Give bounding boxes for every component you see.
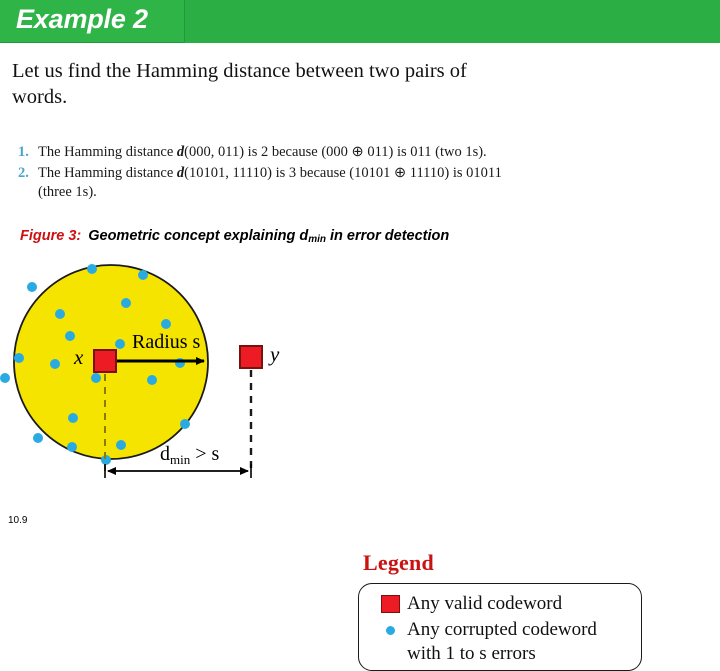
figure-caption-text-after: in error detection xyxy=(325,228,450,244)
intro-line-1: Let us find the Hamming distance between… xyxy=(12,60,467,82)
legend-item: Any corrupted codeword with 1 to s error… xyxy=(373,618,597,666)
list-item: 1. The Hamming distance d(000, 011) is 2… xyxy=(18,143,690,162)
page-number: 10.9 xyxy=(8,515,28,526)
legend-item: Any valid codeword xyxy=(373,592,562,616)
figure-diagram: x y Radius s dmin > s Legend Any valid c… xyxy=(0,258,720,671)
list-item-text-post: (10101, 11110) is 3 because (10101 ⊕ 111… xyxy=(184,165,502,181)
corrupted-codeword-dot xyxy=(116,440,126,450)
label-y: y xyxy=(270,342,280,366)
figure-caption-label: Figure 3: xyxy=(20,228,82,244)
legend-dot-swatch xyxy=(373,618,407,642)
legend-item-line-1: Any corrupted codeword xyxy=(407,619,597,640)
corrupted-codeword-dot xyxy=(14,353,24,363)
legend-box: Any valid codeword Any corrupted codewor… xyxy=(358,583,642,671)
label-x: x xyxy=(74,345,84,369)
example-list: 1. The Hamming distance d(000, 011) is 2… xyxy=(18,143,690,204)
corrupted-codeword-dot xyxy=(50,359,60,369)
corrupted-codeword-dot xyxy=(161,319,171,329)
figure-caption-text-before: Geometric concept explaining d xyxy=(88,228,309,244)
page-title: Example 2 xyxy=(16,4,148,34)
list-item: 2. The Hamming distance d(10101, 11110) … xyxy=(18,164,690,202)
list-item-text-post: (000, 011) is 2 because (000 ⊕ 011) is 0… xyxy=(184,144,487,160)
list-item-text-continuation: (three 1s). xyxy=(38,184,97,200)
label-dmin: dmin > s xyxy=(160,443,219,468)
corrupted-codeword-dot xyxy=(27,282,37,292)
header-banner: Example 2 xyxy=(0,0,720,43)
list-item-number: 1. xyxy=(18,144,29,160)
list-item-text-pre: The Hamming distance xyxy=(38,165,177,181)
corrupted-codeword-dot xyxy=(68,413,78,423)
legend-item-line-1: Any valid codeword xyxy=(407,593,563,614)
label-radius: Radius s xyxy=(132,331,201,353)
corrupted-codeword-dot xyxy=(65,331,75,341)
label-dmin-subscript: min xyxy=(170,452,191,467)
corrupted-codeword-dot xyxy=(147,375,157,385)
corrupted-codeword-dot xyxy=(121,298,131,308)
label-dmin-tail: > s xyxy=(190,443,220,465)
corrupted-codeword-dot xyxy=(180,419,190,429)
legend-item-text: Any corrupted codeword with 1 to s error… xyxy=(407,618,597,666)
legend-item-text: Any valid codeword xyxy=(407,592,562,616)
diagram-canvas xyxy=(0,264,263,478)
list-item-text-pre: The Hamming distance xyxy=(38,144,177,160)
corrupted-codeword-dot xyxy=(87,264,97,274)
valid-codeword-square-x xyxy=(93,349,117,373)
corrupted-codeword-icon xyxy=(385,625,395,635)
corrupted-codeword-dot xyxy=(91,373,101,383)
corrupted-codeword-dot xyxy=(67,442,77,452)
corrupted-codeword-dot xyxy=(0,373,10,383)
valid-codeword-square-y xyxy=(239,345,263,369)
intro-paragraph: Let us find the Hamming distance between… xyxy=(12,58,710,110)
legend-square-swatch xyxy=(373,592,407,616)
corrupted-codeword-dot xyxy=(115,339,125,349)
label-dmin-main: d xyxy=(160,443,170,465)
legend-item-line-2: with 1 to s errors xyxy=(407,643,536,664)
figure-caption-text: Geometric concept explaining dmin in err… xyxy=(88,228,450,245)
list-item-body: The Hamming distance d(000, 011) is 2 be… xyxy=(38,143,690,162)
list-item-number: 2. xyxy=(18,165,29,181)
legend-title: Legend xyxy=(363,550,434,575)
figure-caption-subscript: min xyxy=(308,234,326,245)
corrupted-codeword-dot xyxy=(33,433,43,443)
list-item-body: The Hamming distance d(10101, 11110) is … xyxy=(38,164,690,202)
valid-codeword-icon xyxy=(380,595,400,613)
figure-caption: Figure 3: Geometric concept explaining dm… xyxy=(20,228,449,245)
corrupted-codeword-dot xyxy=(138,270,148,280)
intro-line-2: words. xyxy=(12,86,68,108)
corrupted-codeword-dot xyxy=(55,309,65,319)
